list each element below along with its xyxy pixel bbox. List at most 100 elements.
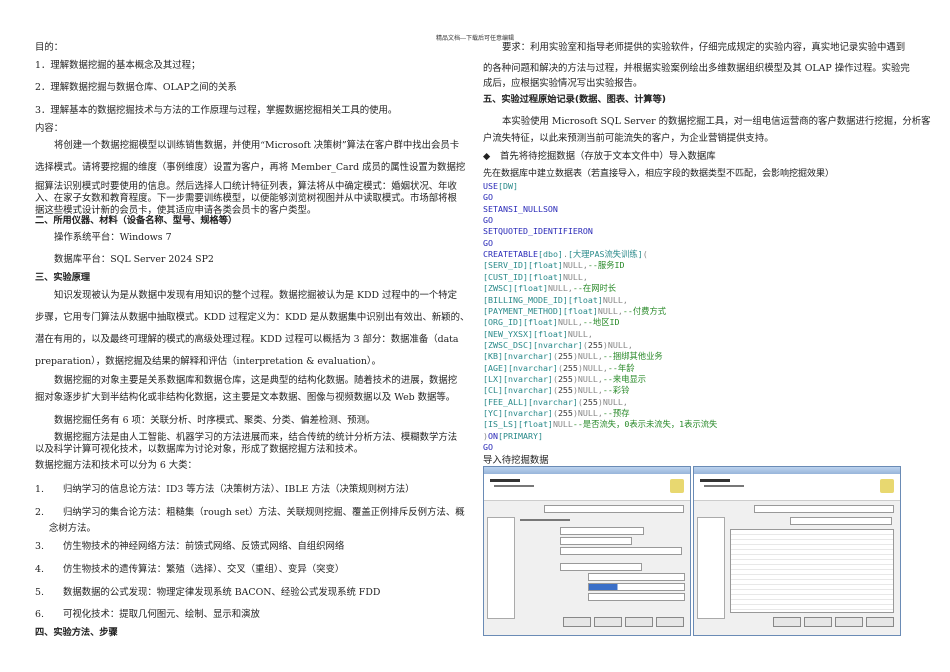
- wizard-title: [700, 479, 730, 482]
- code-token: NULL,: [597, 305, 623, 316]
- header-rows-field: [790, 517, 892, 525]
- code-line: [LX][nvarchar](255)NULL,--来电显示: [483, 374, 646, 385]
- code-token: GO: [483, 237, 493, 248]
- code-token: [BILLING_MODE_ID][float]: [483, 294, 603, 305]
- code-token: )NULL,: [572, 351, 603, 362]
- code-token: [ZWSC][float]: [483, 283, 548, 294]
- wizard-buttons: [770, 612, 894, 631]
- code-token: )NULL,: [572, 408, 603, 418]
- wizard-title: [490, 479, 520, 482]
- code-line: [FEE_ALL][nvarchar](255)NULL,: [483, 397, 628, 408]
- code-token: [PRIMARY]: [498, 430, 543, 441]
- wizard-nav-pane: [697, 517, 725, 619]
- principle-line: 以及科学计算可视化技术，以数据库为讨论对象，形成了数据挖掘方法和技术。: [35, 444, 364, 455]
- content-line: 入、在家子女数和教育程度。下一步需要训练模型，以便能够浏览树视图并从中读取模式。…: [35, 193, 457, 204]
- content-line: 掘算法识别模式时要使用的信息。然后选择人口统计特征列表，算法将从中确定模式：婚姻…: [35, 181, 457, 192]
- code-token: GO: [483, 215, 493, 226]
- principle-line: 数据挖掘方法和技术可以分为 6 大类：: [35, 460, 197, 471]
- code-token: NULL,: [547, 283, 573, 294]
- code-token: [IS_LS][float]: [483, 419, 553, 430]
- code-token: NULL: [552, 419, 573, 430]
- text-qualifier-field: [588, 573, 685, 581]
- code-line: [AGE][nvarchar](255)NULL,--年龄: [483, 363, 635, 374]
- section-5-title: 五、实验过程原始记录(数据、图表、计算等): [483, 94, 666, 105]
- code-line: [ZWSC_DSC][nvarchar](255)NULL,: [483, 340, 633, 351]
- code-token: [PAYMENT_METHOD][float]: [483, 305, 598, 316]
- finish-button: [835, 617, 863, 627]
- code-line: GO: [483, 215, 493, 226]
- wizard-subtitle: [704, 485, 744, 487]
- code-token: 255: [582, 396, 598, 407]
- code-token: GO: [483, 442, 493, 453]
- code-line: CREATETABLE[dbo].[大理PAS流失训练](: [483, 249, 648, 260]
- code-line: SETANSI_NULLSON: [483, 204, 558, 215]
- preview-grid: [730, 529, 894, 613]
- code-token: [KB][nvarchar]: [483, 351, 553, 362]
- section-2-title: 二、所用仪器、材料（设备名称、型号、规格等）: [35, 215, 238, 226]
- code-token: 255: [562, 362, 578, 373]
- method-number: 4.: [35, 564, 44, 575]
- code-token: [YC][nvarchar]: [483, 408, 553, 418]
- code-token: [大理PAS流失训练]: [567, 249, 643, 260]
- method-number: 6.: [35, 609, 44, 620]
- os-platform: 操作系统平台：Windows 7: [54, 232, 172, 243]
- import-wizard-screenshot-preview: [693, 466, 901, 636]
- code-token: )NULL,: [597, 396, 628, 407]
- code-token: --是否流失，0表示未流失，1表示流失: [572, 419, 718, 430]
- skip-rows-field: [588, 593, 685, 601]
- code-line: GO: [483, 192, 493, 203]
- code-token: )NULL,: [572, 385, 603, 396]
- window-titlebar: [694, 467, 900, 474]
- code-line: [YC][nvarchar](255)NULL,--预存: [483, 408, 630, 419]
- requirement-line: 的各种问题和解决的方法与过程，并根据实验案例绘出多维数据组织模型及其 OLAP …: [483, 63, 910, 74]
- code-line: [CL][nvarchar](255)NULL,--彩铃: [483, 385, 630, 396]
- format-field: [560, 563, 642, 571]
- principle-line: 掘对象逐步扩大到半结构化或非结构化数据，这主要是文本数据、图像与视频数据以及 W…: [35, 392, 456, 403]
- method-text: 仿生物技术的遗传算法：繁殖（选择）、交叉（重组）、变异（突变）: [63, 564, 345, 575]
- principle-line: 数据挖掘方法是由人工智能、机器学习的方法进展而来，结合传统的统计分析方法、模糊数…: [54, 432, 458, 443]
- code-token: )NULL,: [602, 339, 633, 350]
- code-token: USE: [483, 181, 498, 191]
- bullet-text: 首先将待挖掘数据（存放于文本文件中）导入数据库: [500, 151, 716, 162]
- code-token: (: [642, 249, 648, 260]
- code-line: GO: [483, 238, 493, 249]
- code-token: GO: [483, 192, 493, 203]
- code-token: [ORG_ID][float]: [483, 317, 558, 328]
- content-line: 将创建一个数据挖掘模型以训练销售数据，并使用“Microsoft 决策树”算法在…: [54, 140, 460, 151]
- principle-line: preparation），数据挖掘及结果的解释和评估（interpretatio…: [35, 356, 381, 367]
- principle-line: 潜在有用的，以及最终可理解的模式的高级处理过程。KDD 过程可以概括为 3 部分…: [35, 334, 459, 345]
- code-token: )NULL,: [577, 362, 608, 373]
- next-button: [594, 617, 622, 627]
- code-token: NULL,: [557, 317, 583, 328]
- code-token: )NULL,: [572, 373, 603, 384]
- code-token: 255: [557, 373, 573, 384]
- code-line: [ORG_ID][float]NULL,--地区ID: [483, 317, 620, 328]
- method-text-cont: 念树方法。: [49, 523, 96, 534]
- bullet-icon: ◆: [483, 151, 491, 162]
- method-text: 仿生物技术的神经网络方法：前馈式网络、反馈式网络、自组织网络: [63, 541, 345, 552]
- code-line: [CUST_ID][float]NULL,: [483, 272, 588, 283]
- code-line: [KB][nvarchar](255)NULL,--捆绑其他业务: [483, 351, 663, 362]
- code-line: )ON[PRIMARY]: [483, 431, 543, 442]
- code-line: [SERV_ID][float]NULL,--服务ID: [483, 260, 625, 271]
- code-token: CREATETABLE: [483, 249, 538, 260]
- wizard-header: [484, 474, 690, 501]
- code-line: [IS_LS][float]NULL--是否流失，0表示未流失，1表示流失: [483, 419, 717, 430]
- principle-line: 步骤，它用专门算法从数据中抽取模式。KDD 过程定义为：KDD 是从数据集中识别…: [35, 312, 470, 323]
- code-token: NULL,: [562, 260, 588, 271]
- finish-button: [625, 617, 653, 627]
- code-token: 255: [557, 408, 573, 418]
- file-name-field: [560, 527, 644, 535]
- code-token: --来电显示: [602, 373, 647, 384]
- next-button: [804, 617, 832, 627]
- wizard-body: [520, 507, 685, 615]
- code-token: 255: [587, 339, 603, 350]
- code-token: ON: [488, 430, 498, 441]
- code-token: [SERV_ID][float]: [483, 260, 563, 271]
- code-token: --彩铃: [602, 385, 630, 396]
- code-token: [dbo]: [537, 249, 563, 260]
- cancel-button: [866, 617, 894, 627]
- window-titlebar: [484, 467, 690, 474]
- wizard-header: [694, 474, 900, 501]
- code-token: [AGE][nvarchar]: [483, 362, 558, 373]
